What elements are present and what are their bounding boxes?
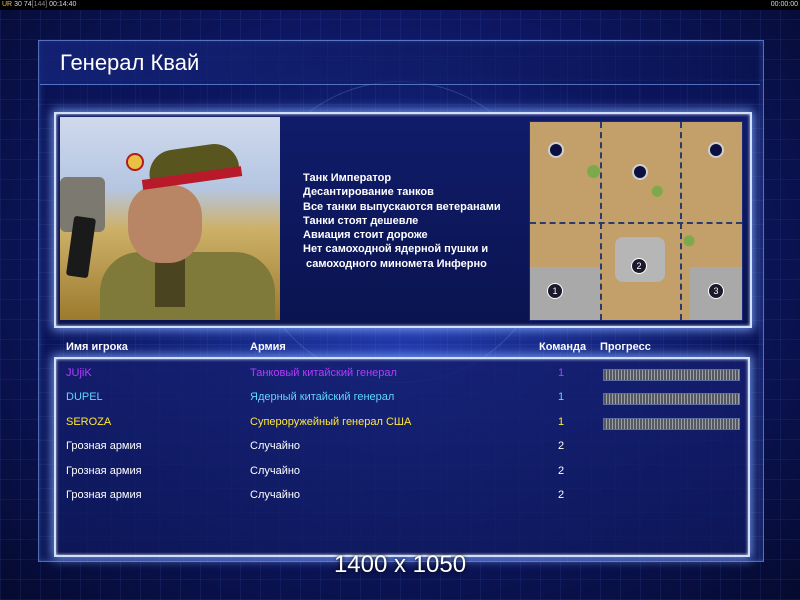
player-army: Случайно bbox=[250, 464, 301, 477]
portrait-cap-badge-icon bbox=[126, 153, 144, 171]
stats-prefix: UR bbox=[2, 1, 13, 8]
minimap-player-marker: 3 bbox=[708, 283, 724, 299]
player-team: 1 bbox=[558, 415, 565, 428]
portrait-tie bbox=[155, 257, 185, 307]
player-army: Случайно bbox=[250, 440, 301, 453]
general-trait-item: Все танки выпускаются ветеранами bbox=[303, 200, 501, 213]
minimap-supply-spot bbox=[708, 142, 724, 158]
general-trait-item: Танк Император bbox=[303, 172, 392, 184]
clock-right: 00:00:00 bbox=[770, 1, 798, 8]
player-army: Супероружейный генерал США bbox=[250, 415, 412, 428]
player-row: DUPEL Ядерный китайский генерал 1 bbox=[0, 391, 800, 411]
minimap-road bbox=[600, 122, 608, 320]
player-progress-fill bbox=[604, 394, 739, 405]
resolution-label: 1400 x 1050 bbox=[333, 551, 467, 578]
player-name: Грозная армия bbox=[66, 440, 142, 453]
general-trait-item: Нет самоходной ядерной пушки и bbox=[303, 243, 489, 256]
player-progress-fill bbox=[604, 418, 739, 429]
portrait-face bbox=[128, 185, 202, 263]
minimap: 1 2 3 bbox=[529, 121, 743, 321]
minimap-road bbox=[530, 222, 742, 230]
general-trait-item: Десантирование танков bbox=[303, 186, 434, 199]
column-header-progress: Прогресс bbox=[600, 341, 651, 353]
stats-readout: UR 30 74[144] 00:14:40 bbox=[2, 0, 76, 10]
elapsed-time: 00:14:40 bbox=[49, 1, 77, 8]
minimap-supply-spot bbox=[632, 164, 648, 180]
minimap-player-marker: 1 bbox=[547, 283, 563, 299]
column-header-army: Армия bbox=[250, 341, 286, 353]
general-traits-list: Танк Император Десантирование танков Все т… bbox=[303, 171, 501, 271]
player-team: 1 bbox=[558, 391, 565, 404]
portrait-uniform bbox=[100, 252, 275, 320]
column-header-team: Команда bbox=[539, 341, 587, 353]
player-army: Танковый китайский генерал bbox=[250, 367, 397, 379]
player-name: DUPEL bbox=[66, 391, 103, 404]
stats-value-bracket: [144] bbox=[31, 1, 48, 8]
player-progress-bar bbox=[603, 369, 740, 381]
player-progress-bar bbox=[603, 417, 740, 430]
stats-value-b: 74 bbox=[23, 1, 32, 8]
player-army: Случайно bbox=[250, 489, 301, 501]
general-trait-item: самоходного миномета Инферно bbox=[303, 257, 487, 270]
player-row: JUjiK Танковый китайский генерал 1 bbox=[0, 367, 800, 387]
player-team: 2 bbox=[558, 489, 565, 501]
general-trait-item: Авиация стоит дороже bbox=[303, 229, 428, 242]
general-trait-item: Танки стоят дешевле bbox=[303, 214, 419, 227]
general-title: Генерал Квай bbox=[60, 50, 200, 75]
general-portrait bbox=[60, 117, 280, 320]
player-team: 2 bbox=[558, 464, 565, 477]
column-header-name: Имя игрока bbox=[66, 341, 128, 353]
player-row: Грозная армия Случайно 2 bbox=[0, 489, 800, 509]
player-name: Грозная армия bbox=[66, 489, 142, 501]
player-progress-fill bbox=[604, 370, 739, 380]
player-row: Грозная армия Случайно 2 bbox=[0, 465, 800, 485]
player-row: Грозная армия Случайно 2 bbox=[0, 440, 800, 460]
player-name: SEROZA bbox=[66, 415, 112, 428]
player-team: 2 bbox=[558, 440, 565, 453]
player-name: Грозная армия bbox=[66, 464, 142, 477]
player-name: JUjiK bbox=[66, 367, 92, 379]
player-team: 1 bbox=[558, 367, 565, 379]
minimap-road bbox=[680, 122, 688, 320]
minimap-base-zone bbox=[530, 267, 600, 320]
player-army: Ядерный китайский генерал bbox=[250, 391, 395, 404]
minimap-player-marker: 2 bbox=[631, 258, 647, 274]
player-row: SEROZA Супероружейный генерал США 1 bbox=[0, 416, 800, 436]
minimap-supply-spot bbox=[548, 142, 564, 158]
stats-value-a: 30 bbox=[14, 1, 22, 8]
status-bar: UR 30 74[144] 00:14:40 00:00:00 bbox=[0, 0, 800, 10]
player-progress-bar bbox=[603, 393, 740, 406]
